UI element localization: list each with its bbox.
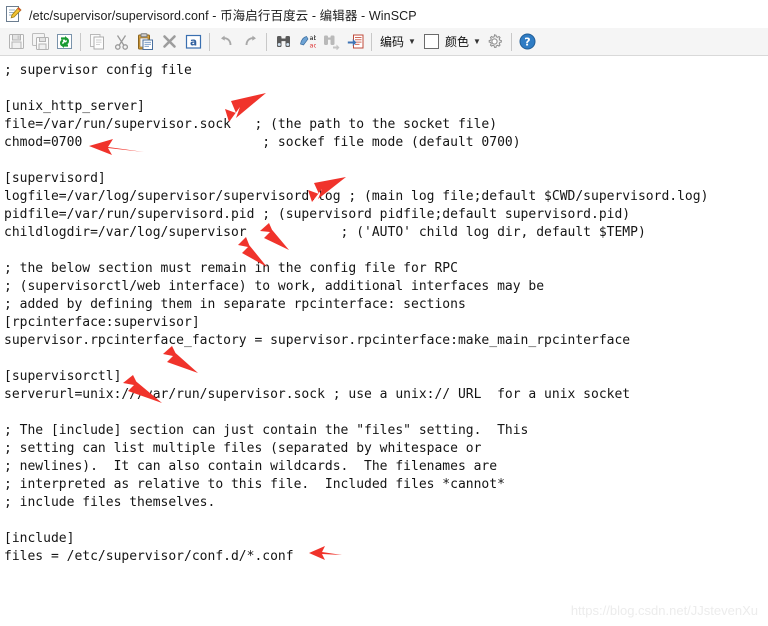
settings-button[interactable]: [483, 30, 507, 54]
go-to-line-button[interactable]: [343, 30, 367, 54]
window-title: /etc/supervisor/supervisord.conf - 币海启行百…: [29, 8, 417, 23]
editor-text-area[interactable]: ; supervisor config file [unix_http_serv…: [0, 57, 768, 626]
file-content[interactable]: ; supervisor config file [unix_http_serv…: [4, 62, 708, 566]
svg-text:a: a: [189, 36, 196, 48]
chevron-down-icon: ▼: [408, 36, 416, 46]
redo-button[interactable]: [238, 30, 262, 54]
encoding-label: 编码: [380, 35, 405, 49]
help-button[interactable]: ?: [516, 30, 540, 54]
encoding-dropdown[interactable]: 编码 ▼: [376, 30, 418, 54]
select-all-button[interactable]: a: [181, 30, 205, 54]
chevron-down-icon: ▼: [472, 36, 481, 46]
replace-button[interactable]: ab ac: [295, 30, 319, 54]
undo-button[interactable]: [214, 30, 238, 54]
title-bar: /etc/supervisor/supervisord.conf - 币海启行百…: [0, 0, 768, 28]
toolbar-separator: [371, 32, 372, 51]
svg-text:?: ?: [525, 36, 531, 49]
copy-button[interactable]: [85, 30, 109, 54]
editor-document-pencil-icon: [5, 5, 23, 23]
watermark-text: https://blog.csdn.net/JJstevenXu: [570, 603, 758, 618]
toolbar: a ab ac 编码 ▼ 颜色 ▼ ?: [0, 28, 768, 56]
color-dropdown[interactable]: 颜色 ▼: [441, 30, 483, 54]
color-label: 颜色: [444, 35, 469, 49]
toolbar-separator: [209, 32, 210, 51]
save-as-button[interactable]: [28, 30, 52, 54]
find-next-button[interactable]: [319, 30, 343, 54]
delete-button[interactable]: [157, 30, 181, 54]
cut-button[interactable]: [109, 30, 133, 54]
find-button[interactable]: [271, 30, 295, 54]
color-swatch[interactable]: [423, 34, 439, 49]
svg-text:ac: ac: [309, 42, 316, 50]
toolbar-separator: [80, 32, 81, 51]
paste-button[interactable]: [133, 30, 157, 54]
toolbar-separator: [266, 32, 267, 51]
save-button[interactable]: [4, 30, 28, 54]
toolbar-separator: [510, 32, 512, 51]
reload-button[interactable]: [52, 30, 76, 54]
